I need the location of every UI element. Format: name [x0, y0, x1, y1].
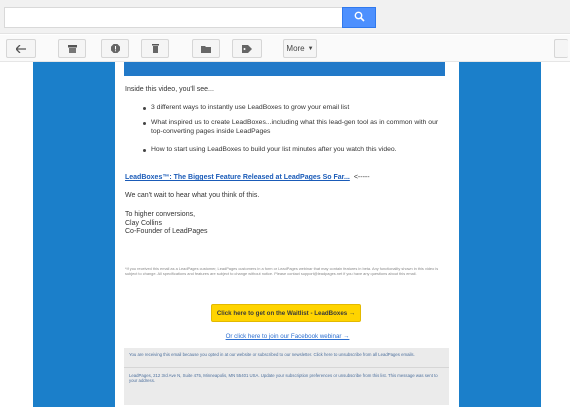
closing-text: We can't wait to hear what you think of … [125, 192, 260, 199]
fineprint-disclaimer: *If you received this email as a LeadPag… [125, 266, 439, 276]
email-canvas: Inside this video, you'll see... 3 diffe… [0, 62, 570, 407]
message-toolbar: More ▼ [0, 35, 570, 62]
delete-button[interactable] [141, 39, 169, 58]
footer-unsubscribe-text[interactable]: You are receiving this email because you… [129, 352, 444, 357]
label-tag-icon [242, 44, 252, 53]
intro-text: Inside this video, you'll see... [125, 86, 214, 93]
bullet-item: What inspired us to create LeadBoxes...i… [143, 119, 441, 136]
search-button[interactable] [342, 7, 376, 28]
toolbar-overflow-button[interactable] [554, 39, 568, 58]
bullet-item: 3 different ways to instantly use LeadBo… [143, 104, 441, 113]
video-link-arrow: <----- [353, 174, 370, 181]
move-to-button[interactable] [192, 39, 220, 58]
email-body: Inside this video, you'll see... 3 diffe… [115, 62, 459, 407]
sender-title: Co-Founder of LeadPages [125, 228, 208, 236]
back-button[interactable] [6, 39, 36, 58]
chevron-down-icon: ▼ [307, 45, 314, 52]
waitlist-cta-button[interactable]: Click here to get on the Waitlist - Lead… [211, 304, 361, 322]
footer-address-text[interactable]: LeadPages, 212 3rd Ave N, Suite 475, Min… [129, 373, 444, 384]
archive-button[interactable] [58, 39, 86, 58]
trash-icon [151, 44, 159, 53]
back-arrow-icon [16, 44, 26, 53]
webinar-link[interactable]: Or click here to join our Facebook webin… [215, 333, 360, 340]
footer-divider [124, 367, 449, 368]
search-bar [0, 0, 570, 34]
video-link[interactable]: LeadBoxes™: The Biggest Feature Released… [125, 174, 350, 181]
signature: To higher conversions, Clay Collins Co-F… [125, 211, 208, 237]
email-header-strip [124, 62, 445, 76]
search-icon [354, 9, 365, 27]
signoff: To higher conversions, [125, 211, 196, 218]
sender-name: Clay Collins [125, 219, 162, 227]
email-background-right [459, 62, 541, 407]
more-label: More [286, 44, 305, 53]
labels-button[interactable] [232, 39, 262, 58]
folder-icon [201, 45, 211, 53]
report-spam-icon [110, 44, 120, 53]
report-spam-button[interactable] [101, 39, 129, 58]
video-link-row: LeadBoxes™: The Biggest Feature Released… [125, 174, 370, 181]
archive-icon [67, 44, 77, 53]
bullet-item: How to start using LeadBoxes to build yo… [143, 146, 441, 155]
email-footer: You are receiving this email because you… [124, 348, 449, 405]
search-input[interactable] [4, 7, 342, 28]
more-button[interactable]: More ▼ [283, 39, 317, 58]
email-background-left [33, 62, 115, 407]
